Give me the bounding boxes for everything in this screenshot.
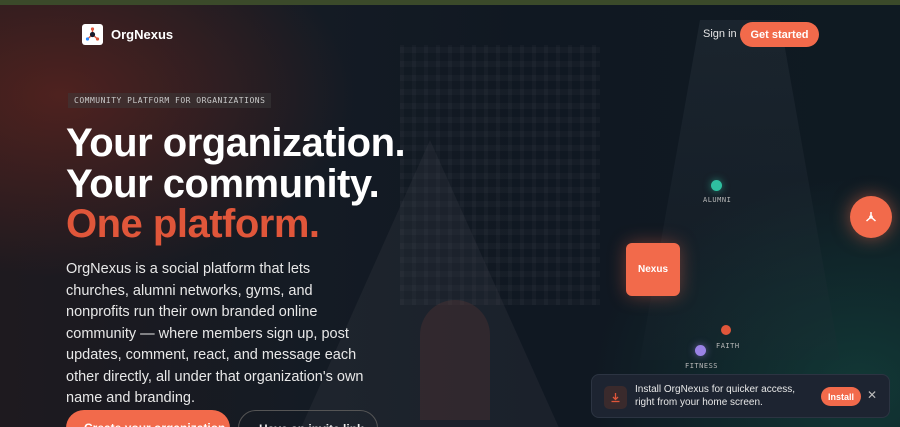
create-organization-button[interactable]: Create your organization	[66, 410, 230, 427]
headline-line-2: Your community.	[66, 162, 380, 206]
brand-name[interactable]: OrgNexus	[111, 27, 173, 42]
invite-link-button[interactable]: Have an invite link	[238, 410, 378, 427]
faith-node	[721, 325, 731, 335]
faith-node-label: FAITH	[716, 342, 740, 350]
fitness-node-label: FITNESS	[685, 362, 719, 370]
nexus-node: Nexus	[626, 243, 680, 296]
close-icon[interactable]: ✕	[867, 388, 877, 402]
hero-description: OrgNexus is a social platform that lets …	[66, 261, 364, 406]
headline-line-1: Your organization.	[66, 121, 406, 165]
install-button[interactable]: Install	[821, 387, 861, 406]
download-icon	[604, 386, 627, 409]
background-window	[420, 300, 490, 420]
floating-network-button[interactable]	[850, 196, 892, 238]
install-toast: Install OrgNexus for quicker access, rig…	[591, 374, 890, 418]
get-started-button[interactable]: Get started	[740, 22, 819, 47]
sign-in-link[interactable]: Sign in	[703, 28, 737, 40]
network-icon	[866, 212, 876, 222]
alumni-node	[711, 180, 722, 191]
logo-icon[interactable]	[82, 24, 103, 45]
fitness-node	[695, 345, 706, 356]
category-tag: COMMUNITY PLATFORM FOR ORGANIZATIONS	[68, 93, 272, 108]
alumni-node-label: ALUMNI	[703, 196, 732, 204]
install-message: Install OrgNexus for quicker access, rig…	[635, 384, 796, 408]
network-logo-icon	[85, 27, 100, 41]
headline-line-3: One platform.	[66, 202, 320, 246]
